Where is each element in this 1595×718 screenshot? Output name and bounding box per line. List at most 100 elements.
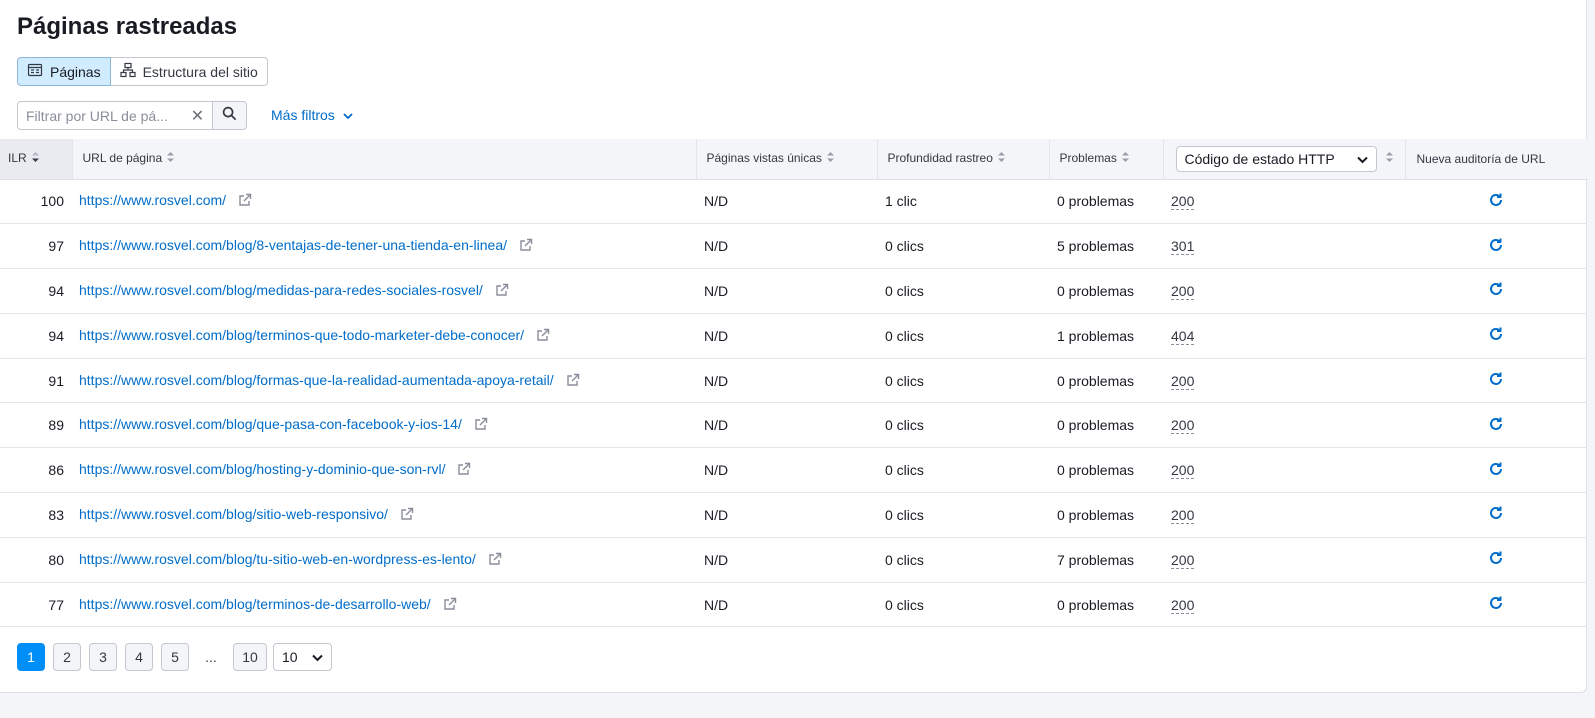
audit-cell [1405,492,1587,538]
unique-views-cell: N/D [696,268,877,314]
refresh-icon[interactable] [1488,506,1504,524]
search-button[interactable] [213,101,247,130]
issues-cell: 0 problemas [1049,179,1163,225]
refresh-icon[interactable] [1488,327,1504,345]
http-status-code[interactable]: 200 [1171,506,1195,524]
http-status-cell: 200 [1163,268,1405,314]
http-status-cell: 200 [1163,447,1405,494]
page-url-link[interactable]: https://www.rosvel.com/blog/terminos-de-… [79,596,431,612]
http-status-code[interactable]: 301 [1171,238,1195,256]
refresh-icon[interactable] [1488,551,1504,569]
unique-views-column-header[interactable]: Páginas vistas únicas [695,139,877,180]
page-url-link[interactable]: https://www.rosvel.com/blog/que-pasa-con… [79,416,462,432]
http-status-code[interactable]: 200 [1171,462,1195,480]
external-link-icon[interactable] [519,238,533,255]
issues-column-header[interactable]: Problemas [1048,139,1163,180]
unique-views-cell: N/D [696,537,877,583]
page-button-3[interactable]: 3 [89,643,117,671]
unique-views-cell: N/D [696,492,877,538]
external-link-icon[interactable] [474,417,488,434]
sort-icon [997,151,1006,166]
url-filter-input[interactable] [26,107,186,124]
url-cell: https://www.rosvel.com/blog/terminos-que… [72,313,696,359]
table-row: 91 https://www.rosvel.com/blog/formas-qu… [0,358,1587,404]
crawl-depth-cell: 0 clics [877,313,1049,359]
url-cell: https://www.rosvel.com/ [72,179,696,225]
page-url-link[interactable]: https://www.rosvel.com/blog/sitio-web-re… [79,506,388,522]
site-structure-button[interactable]: Estructura del sitio [110,57,268,86]
per-page-select[interactable]: 10 [273,643,332,671]
http-status-code[interactable]: 200 [1171,372,1195,390]
http-status-code[interactable]: 200 [1171,417,1195,435]
external-link-icon[interactable] [400,507,414,524]
http-status-cell: 200 [1163,582,1405,628]
http-status-code[interactable]: 404 [1171,327,1195,345]
ilr-cell: 94 [0,268,72,314]
per-page-value: 10 [282,649,298,665]
page-button-2[interactable]: 2 [53,643,81,671]
page-url-link[interactable]: https://www.rosvel.com/blog/8-ventajas-d… [79,237,507,253]
search-icon [222,106,237,126]
page-button-1[interactable]: 1 [17,643,45,671]
crawl-depth-column-header[interactable]: Profundidad rastreo [876,139,1049,180]
http-status-select[interactable]: Código de estado HTTP [1175,145,1377,172]
http-status-code[interactable]: 200 [1171,193,1195,211]
refresh-icon[interactable] [1488,596,1504,614]
http-status-code[interactable]: 200 [1171,282,1195,300]
refresh-icon[interactable] [1488,462,1504,480]
external-link-icon[interactable] [457,462,471,479]
http-status-code[interactable]: 200 [1171,551,1195,569]
url-cell: https://www.rosvel.com/blog/sitio-web-re… [72,492,696,538]
issues-cell: 0 problemas [1049,582,1163,628]
ilr-cell: 80 [0,537,72,583]
page-url-link[interactable]: https://www.rosvel.com/blog/hosting-y-do… [79,461,445,477]
table-row: 86 https://www.rosvel.com/blog/hosting-y… [0,447,1587,494]
ilr-cell: 89 [0,402,72,449]
external-link-icon[interactable] [536,328,550,345]
refresh-icon[interactable] [1488,417,1504,435]
page-button-5[interactable]: 5 [161,643,189,671]
audit-cell [1405,537,1587,583]
unique-views-cell: N/D [696,447,877,494]
ilr-cell: 97 [0,223,72,270]
audit-cell [1405,268,1587,314]
pages-icon [27,62,43,81]
page-button-last[interactable]: 10 [233,643,267,671]
sort-icon[interactable] [1385,151,1394,166]
http-status-cell: 200 [1163,358,1405,404]
page-url-link[interactable]: https://www.rosvel.com/ [79,192,226,208]
external-link-icon[interactable] [238,193,252,210]
page-url-link[interactable]: https://www.rosvel.com/blog/terminos-que… [79,327,524,343]
page-url-link[interactable]: https://www.rosvel.com/blog/tu-sitio-web… [79,551,476,567]
more-filters-button[interactable]: Más filtros [271,107,353,123]
refresh-icon[interactable] [1488,193,1504,211]
crawl-depth-cell: 0 clics [877,537,1049,583]
issues-cell: 1 problemas [1049,313,1163,359]
ilr-cell: 86 [0,447,72,494]
chevron-down-icon [1356,151,1368,167]
table-row: 97 https://www.rosvel.com/blog/8-ventaja… [0,223,1587,270]
refresh-icon[interactable] [1488,238,1504,256]
crawled-pages-panel: Páginas rastreadas Páginas Estructura de… [0,0,1587,693]
http-status-code[interactable]: 200 [1171,596,1195,614]
ilr-column-header[interactable]: ILR [0,139,72,180]
pages-view-button[interactable]: Páginas [17,57,111,86]
refresh-icon[interactable] [1488,282,1504,300]
page-url-link[interactable]: https://www.rosvel.com/blog/medidas-para… [79,282,483,298]
external-link-icon[interactable] [566,373,580,390]
audit-cell [1405,358,1587,404]
crawl-depth-cell: 0 clics [877,447,1049,494]
sort-descending-icon [31,151,40,166]
page-button-4[interactable]: 4 [125,643,153,671]
url-column-header[interactable]: URL de página [71,139,696,180]
close-icon[interactable]: ✕ [191,106,204,126]
unique-views-cell: N/D [696,179,877,225]
unique-views-cell: N/D [696,358,877,404]
refresh-icon[interactable] [1488,372,1504,390]
sitemap-icon [119,62,136,81]
external-link-icon[interactable] [488,552,502,569]
page-url-link[interactable]: https://www.rosvel.com/blog/formas-que-l… [79,372,554,388]
external-link-icon[interactable] [495,283,509,300]
external-link-icon[interactable] [443,597,457,614]
issues-cell: 0 problemas [1049,402,1163,449]
